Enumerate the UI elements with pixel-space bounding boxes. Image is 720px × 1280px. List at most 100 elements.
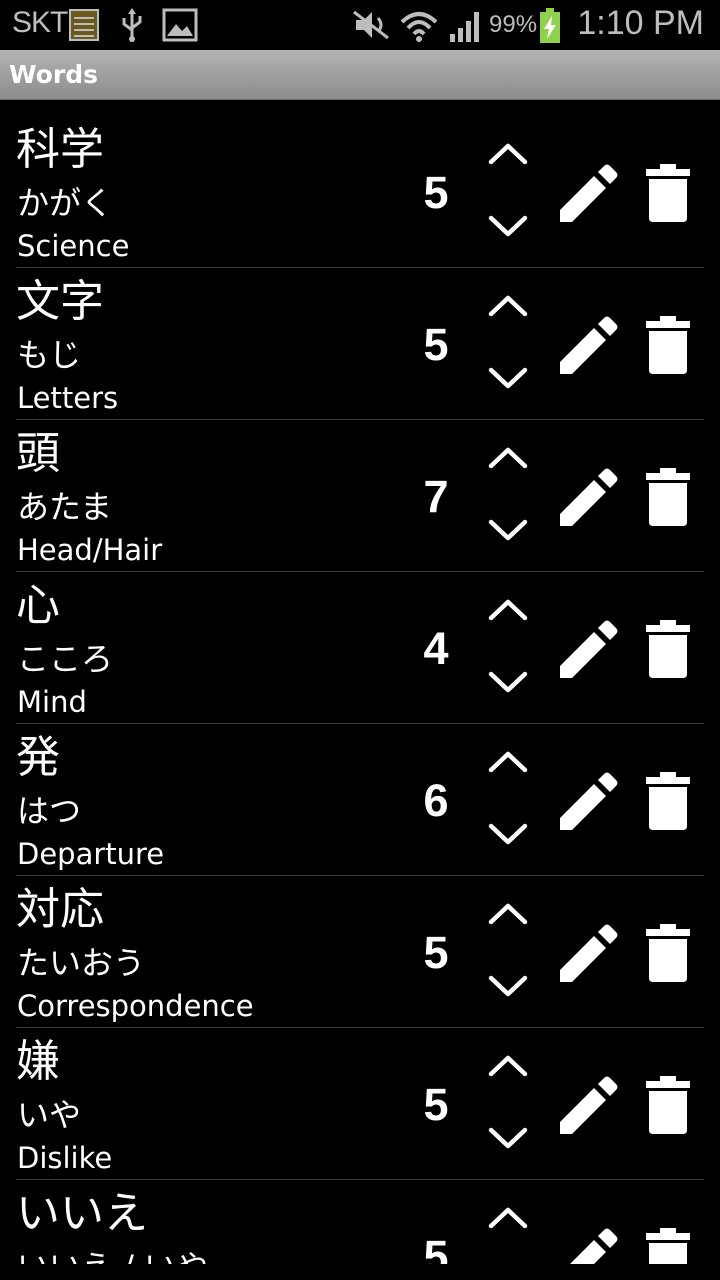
signal-icon <box>448 8 484 48</box>
chevron-down-icon <box>488 519 528 541</box>
word-score: 5 <box>423 927 449 978</box>
chevron-down-icon <box>488 975 528 997</box>
word-reading: はつ <box>17 792 82 830</box>
word-kanji: 対応 <box>16 884 104 935</box>
word-kanji: 科学 <box>16 124 104 175</box>
delete-word-button[interactable] <box>642 1226 694 1264</box>
word-row[interactable]: 嫌 いや Dislike 5 <box>0 1028 720 1180</box>
edit-word-button[interactable] <box>556 772 618 834</box>
increase-score-button[interactable] <box>484 288 532 324</box>
edit-word-button[interactable] <box>556 1228 618 1264</box>
word-kanji: 心 <box>16 580 60 631</box>
edit-word-button[interactable] <box>556 924 618 986</box>
word-reading: いいえ / いや <box>17 1246 208 1264</box>
carrier-label: SKT <box>12 6 68 39</box>
clock: 1:10 PM <box>577 4 704 42</box>
decrease-score-button[interactable] <box>484 816 532 852</box>
mute-icon <box>352 8 390 46</box>
word-meaning: Departure <box>17 837 165 871</box>
increase-score-button[interactable] <box>484 136 532 172</box>
pencil-icon <box>560 1076 618 1134</box>
word-meaning: Mind <box>17 685 87 719</box>
delete-word-button[interactable] <box>642 314 694 376</box>
battery-percent: 99% <box>489 11 538 38</box>
word-score: 6 <box>423 775 449 826</box>
chevron-down-icon <box>488 823 528 845</box>
status-bar: SKT 99% 1:10 PM <box>0 0 720 50</box>
word-score: 5 <box>423 1079 449 1130</box>
trash-icon <box>646 1228 690 1264</box>
delete-word-button[interactable] <box>642 922 694 984</box>
chevron-down-icon <box>488 367 528 389</box>
decrease-score-button[interactable] <box>484 360 532 396</box>
chevron-up-icon <box>488 143 528 165</box>
word-row[interactable]: いいえ いいえ / いや 5 <box>0 1180 720 1264</box>
increase-score-button[interactable] <box>484 1200 532 1236</box>
wifi-icon <box>400 8 438 48</box>
edit-word-button[interactable] <box>556 620 618 682</box>
chevron-down-icon <box>488 671 528 693</box>
word-row[interactable]: 発 はつ Departure 6 <box>0 724 720 876</box>
chevron-up-icon <box>488 447 528 469</box>
word-kanji: 発 <box>16 732 60 783</box>
chevron-up-icon <box>488 751 528 773</box>
word-reading: たいおう <box>17 944 146 982</box>
word-meaning: Head/Hair <box>17 533 163 567</box>
word-kanji: 頭 <box>16 428 60 479</box>
word-reading: あたま <box>17 488 113 526</box>
decrease-score-button[interactable] <box>484 1120 532 1156</box>
decrease-score-button[interactable] <box>484 968 532 1004</box>
pencil-icon <box>560 468 618 526</box>
chevron-down-icon <box>488 215 528 237</box>
edit-word-button[interactable] <box>556 468 618 530</box>
edit-word-button[interactable] <box>556 1076 618 1138</box>
word-kanji: 文字 <box>16 276 104 327</box>
delete-word-button[interactable] <box>642 1074 694 1136</box>
word-score: 5 <box>423 1231 449 1264</box>
pencil-icon <box>560 164 618 222</box>
chevron-up-icon <box>488 599 528 621</box>
word-row[interactable]: 頭 あたま Head/Hair 7 <box>0 420 720 572</box>
chevron-up-icon <box>488 1207 528 1229</box>
trash-icon <box>646 620 690 678</box>
word-score: 7 <box>423 471 449 522</box>
increase-score-button[interactable] <box>484 896 532 932</box>
word-kanji: 嫌 <box>16 1036 60 1087</box>
word-row[interactable]: 対応 たいおう Correspondence 5 <box>0 876 720 1028</box>
decrease-score-button[interactable] <box>484 208 532 244</box>
trash-icon <box>646 924 690 982</box>
increase-score-button[interactable] <box>484 592 532 628</box>
chevron-down-icon <box>488 1127 528 1149</box>
gallery-icon <box>162 8 198 46</box>
chevron-up-icon <box>488 1055 528 1077</box>
edit-word-button[interactable] <box>556 316 618 378</box>
trash-icon <box>646 316 690 374</box>
delete-word-button[interactable] <box>642 162 694 224</box>
increase-score-button[interactable] <box>484 744 532 780</box>
edit-word-button[interactable] <box>556 164 618 226</box>
delete-word-button[interactable] <box>642 618 694 680</box>
increase-score-button[interactable] <box>484 1048 532 1084</box>
word-list[interactable]: 科学 かがく Science 5 文字 もじ Letters 5 頭 あたま H… <box>0 116 720 1264</box>
delete-word-button[interactable] <box>642 770 694 832</box>
pencil-icon <box>570 1228 618 1264</box>
word-row[interactable]: 科学 かがく Science 5 <box>0 116 720 268</box>
word-score: 5 <box>423 319 449 370</box>
increase-score-button[interactable] <box>484 440 532 476</box>
action-bar: Words <box>0 50 720 100</box>
decrease-score-button[interactable] <box>484 512 532 548</box>
decrease-score-button[interactable] <box>484 664 532 700</box>
word-row[interactable]: 文字 もじ Letters 5 <box>0 268 720 420</box>
word-meaning: Dislike <box>17 1141 113 1175</box>
pencil-icon <box>560 316 618 374</box>
word-reading: もじ <box>17 336 82 374</box>
usb-icon <box>118 8 146 48</box>
page-title: Words <box>9 60 98 89</box>
delete-word-button[interactable] <box>642 466 694 528</box>
pencil-icon <box>560 772 618 830</box>
word-reading: かがく <box>17 184 114 222</box>
word-row[interactable]: 心 こころ Mind 4 <box>0 572 720 724</box>
pencil-icon <box>560 924 618 982</box>
word-reading: いや <box>17 1096 82 1134</box>
notes-icon <box>68 8 100 46</box>
